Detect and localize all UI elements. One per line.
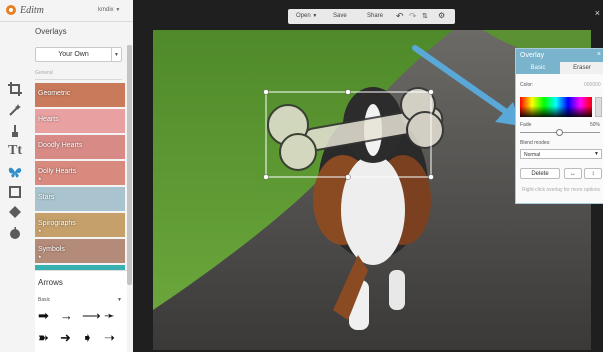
overlay-category: General (35, 70, 122, 80)
premium-badge-icon: ★ (38, 254, 42, 259)
fade-value: 50% (590, 122, 601, 128)
premium-badge-icon: ★ (38, 228, 42, 233)
tab-eraser[interactable]: Eraser (560, 62, 603, 74)
fade-label: Fade (520, 122, 532, 128)
delete-button[interactable]: Delete (520, 168, 560, 179)
overlay-list-item[interactable]: Dolly Hearts ★ (35, 161, 125, 185)
resize-handle (263, 89, 269, 95)
arrow-shape-5-icon[interactable]: ➽ (38, 331, 49, 344)
overlay-list-item[interactable]: Geometric (35, 83, 125, 107)
overlay-list-item[interactable]: Doodly Hearts (35, 135, 125, 159)
magic-wand-icon[interactable] (6, 101, 24, 119)
flip-vertical-icon[interactable]: ↕ (584, 168, 602, 179)
overlay-list-item-label: Dolly Hearts (38, 168, 77, 175)
arrows-title: Arrows (38, 278, 63, 287)
zoom-icon[interactable]: ⇅ (422, 12, 428, 20)
overlay-hint: Right-click overlay for more options (521, 187, 601, 193)
overlay-list-item-label: Spirographs (38, 220, 76, 227)
chevron-down-icon: ▼ (115, 7, 121, 13)
arrow-shape-1-icon[interactable]: ➡ (38, 309, 49, 322)
chevron-down-icon: ▼ (312, 13, 318, 19)
apple-icon[interactable] (6, 224, 24, 242)
flip-horizontal-icon[interactable]: ↔ (564, 168, 582, 179)
chevron-down-icon: ▼ (117, 297, 122, 303)
settings-icon[interactable]: ⚙ (438, 11, 445, 20)
overlay-list-item-label: Symbols (38, 246, 65, 253)
overlay-list-item[interactable]: Spirographs ★ (35, 213, 125, 237)
overlay-set-select[interactable]: Your Own ▼ (35, 47, 122, 62)
color-spectrum[interactable] (520, 97, 592, 117)
arrows-subset-value: Basic (38, 297, 51, 303)
overlay-panel-title: Overlay (520, 52, 545, 59)
color-label: Color: (520, 82, 534, 88)
overlay-properties-panel: Overlay × Basic Eraser Color: 000000 Fad… (515, 48, 603, 204)
save-button[interactable]: Save (333, 13, 347, 19)
frame-icon[interactable] (6, 183, 24, 201)
arrow-shape-4-icon[interactable]: ➛ (104, 309, 115, 322)
main-toolbar: Open ▼ Save Share ↶ ↷ ⇅ ⚙ (288, 9, 455, 24)
premium-badge-icon: ★ (38, 176, 42, 181)
arrow-shape-6-icon[interactable]: ➜ (60, 331, 71, 344)
open-button[interactable]: Open ▼ (296, 13, 317, 19)
arrow-shape-2-icon[interactable]: → (60, 309, 73, 322)
open-label: Open (296, 13, 311, 19)
overlay-list-item-label: Geometric (38, 90, 71, 97)
arrow-shape-3-icon[interactable]: ⟶ (82, 309, 101, 322)
resize-handle (428, 89, 434, 95)
arrow-shape-8-icon[interactable]: ➝ (104, 331, 115, 344)
close-icon[interactable]: × (597, 51, 601, 58)
overlays-title: Overlays (35, 27, 67, 36)
app-header: Editm kmdix ▼ (0, 0, 133, 22)
undo-icon[interactable]: ↶ (396, 11, 404, 22)
resize-handle (345, 89, 351, 95)
resize-handle (345, 174, 351, 180)
blend-mode-select[interactable]: Normal ▼ (520, 149, 602, 159)
overlay-set-value: Your Own (58, 51, 89, 58)
scrollbar-thumb[interactable] (127, 45, 132, 285)
chevron-down-icon: ▼ (594, 151, 599, 157)
butterfly-icon[interactable] (6, 163, 24, 181)
logo-icon (6, 5, 16, 15)
texture-icon[interactable] (6, 203, 24, 221)
blend-mode-value: Normal (524, 152, 541, 158)
brush-icon[interactable] (6, 122, 24, 140)
user-menu[interactable]: kmdix ▼ (98, 7, 120, 13)
overlay-list-item[interactable]: Hearts (35, 109, 125, 133)
color-value[interactable]: 000000 (584, 82, 601, 88)
overlay-list-item-label: Doodly Hearts (38, 142, 83, 149)
overlay-list-item[interactable]: Stars (35, 187, 125, 211)
crop-icon[interactable] (6, 80, 24, 98)
text-icon[interactable]: Tt (6, 142, 24, 160)
overlay-list-item-label: Hearts (38, 116, 59, 123)
overlay-tabs: Basic Eraser (516, 62, 603, 74)
close-icon[interactable]: × (595, 8, 600, 18)
overlay-list-item[interactable]: Symbols ★ (35, 239, 125, 263)
overlay-list-item-label: Stars (38, 194, 55, 201)
app-brand: Editm (20, 5, 44, 16)
resize-handle (428, 174, 434, 180)
tab-basic[interactable]: Basic (516, 62, 560, 74)
chevron-down-icon: ▼ (111, 48, 121, 61)
user-name: kmdix (98, 7, 114, 13)
overlay-panel-header[interactable]: Overlay × (516, 49, 603, 62)
resize-handle (263, 174, 269, 180)
share-button[interactable]: Share (367, 13, 383, 19)
redo-icon[interactable]: ↷ (409, 11, 417, 22)
arrows-subset-select[interactable]: Basic ▼ (38, 297, 124, 303)
arrows-section: Arrows Basic ▼ ➡ → ⟶ ➛ ➽ ➜ ➧ ➝ (35, 270, 127, 352)
arrow-shape-7-icon[interactable]: ➧ (82, 331, 93, 344)
left-panel: Editm kmdix ▼ Tt Overlays Your Own ▼ Gen… (0, 0, 133, 352)
blend-label: Blend modes: (520, 140, 551, 146)
color-swatch[interactable] (595, 97, 602, 117)
fade-slider-knob[interactable] (556, 129, 563, 136)
overlay-scrollbar[interactable] (127, 45, 132, 285)
